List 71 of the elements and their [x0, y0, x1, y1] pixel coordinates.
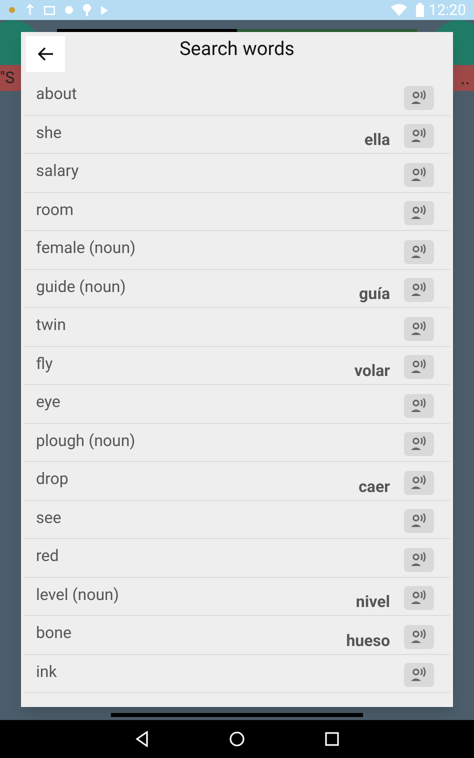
word-row[interactable]: salary: [24, 154, 450, 192]
home-icon[interactable]: [229, 731, 245, 747]
recents-icon[interactable]: [325, 732, 339, 746]
word-row[interactable]: level (noun) nivel: [24, 578, 450, 616]
word-row[interactable]: about: [24, 77, 450, 116]
notification-icon: [8, 6, 16, 14]
word-text: salary: [36, 160, 79, 182]
word-text: see: [36, 506, 62, 528]
word-text: she: [36, 122, 62, 144]
speak-button[interactable]: [404, 355, 434, 380]
image-icon: [44, 6, 55, 14]
word-text: level (noun): [36, 584, 119, 606]
speak-button[interactable]: [404, 394, 434, 418]
speak-button[interactable]: [404, 278, 434, 302]
speak-button[interactable]: [404, 162, 434, 187]
word-text: room: [36, 198, 74, 220]
pin-icon: [83, 4, 91, 16]
translation-text: caer: [358, 476, 390, 498]
word-row[interactable]: fly volar: [24, 346, 450, 385]
battery-icon: [414, 3, 425, 17]
banner-text: ..: [460, 66, 471, 90]
speak-button[interactable]: [404, 86, 434, 110]
word-text: drop: [36, 468, 68, 490]
play-icon: [101, 6, 108, 14]
status-time: 12:20: [428, 0, 466, 21]
speak-button[interactable]: [404, 663, 434, 688]
word-row[interactable]: plough (noun): [24, 424, 450, 462]
speak-button[interactable]: [404, 548, 434, 572]
word-text: female (noun): [36, 237, 136, 259]
word-row[interactable]: room: [24, 192, 450, 231]
word-row[interactable]: female (noun): [24, 231, 450, 270]
translation-text: hueso: [346, 630, 390, 652]
speak-button[interactable]: [404, 470, 434, 495]
speak-button[interactable]: [404, 201, 434, 226]
word-row[interactable]: see: [24, 500, 450, 539]
speak-button[interactable]: [404, 316, 434, 341]
word-text: plough (noun): [36, 430, 136, 452]
word-text: fly: [36, 352, 53, 374]
back-icon[interactable]: [135, 731, 149, 747]
word-row[interactable]: bone hueso: [24, 616, 450, 654]
word-row[interactable]: she ella: [24, 116, 450, 154]
back-arrow-icon: [38, 47, 54, 61]
banner-text: "S: [0, 67, 15, 89]
word-row[interactable]: guide (noun) guía: [24, 270, 450, 308]
dialog-title: Search words: [180, 36, 294, 62]
word-row[interactable]: drop caer: [24, 462, 450, 500]
speak-button[interactable]: [404, 124, 434, 148]
wifi-icon: [390, 4, 407, 16]
word-row[interactable]: eye: [24, 385, 450, 424]
speak-button[interactable]: [404, 586, 434, 610]
word-text: ink: [36, 660, 57, 682]
speak-button[interactable]: [404, 624, 434, 649]
usb-icon: [26, 4, 34, 16]
translation-text: nivel: [356, 591, 390, 613]
word-row[interactable]: red: [24, 539, 450, 578]
word-text: eye: [36, 391, 60, 413]
translation-text: volar: [354, 360, 390, 382]
word-row[interactable]: twin: [24, 308, 450, 346]
word-row[interactable]: ink: [24, 654, 450, 693]
word-text: guide (noun): [36, 276, 126, 298]
back-button[interactable]: [26, 36, 65, 72]
speak-button[interactable]: [404, 240, 434, 264]
word-text: twin: [36, 314, 66, 336]
translation-text: ella: [364, 129, 390, 151]
word-text: about: [36, 83, 77, 105]
speak-button[interactable]: [404, 509, 434, 534]
word-text: bone: [36, 622, 72, 644]
word-text: red: [36, 545, 59, 567]
speak-button[interactable]: [404, 432, 434, 456]
notification-icon: [65, 6, 73, 14]
translation-text: guía: [358, 283, 390, 305]
